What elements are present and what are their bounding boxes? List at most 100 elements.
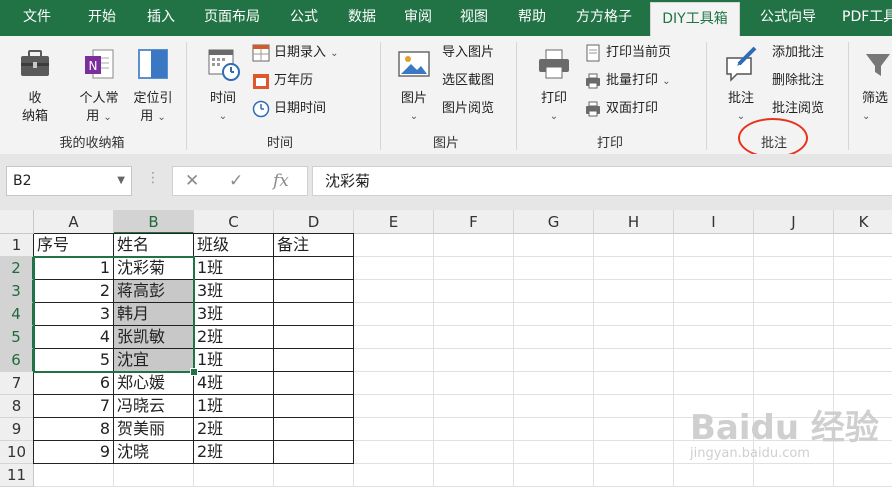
tab-page-layout[interactable]: 页面布局 bbox=[190, 0, 274, 36]
batch-print-button[interactable]: 批量打印 ⌄ bbox=[584, 70, 671, 92]
cell-f6[interactable] bbox=[434, 349, 514, 372]
cell-j1[interactable] bbox=[754, 234, 834, 257]
cell-g5[interactable] bbox=[514, 326, 594, 349]
cell-d10[interactable] bbox=[274, 441, 354, 464]
row-header-6[interactable]: 6 bbox=[0, 349, 34, 372]
column-header-j[interactable]: J bbox=[754, 210, 834, 234]
cell-d7[interactable] bbox=[274, 372, 354, 395]
cell-e1[interactable] bbox=[354, 234, 434, 257]
cell-i7[interactable] bbox=[674, 372, 754, 395]
tab-diy-toolbox[interactable]: DIY工具箱 bbox=[650, 2, 740, 36]
tab-formula-wizard[interactable]: 公式向导 bbox=[746, 0, 830, 36]
cell-g3[interactable] bbox=[514, 280, 594, 303]
cell-c8[interactable]: 1班 bbox=[194, 395, 274, 418]
cell-k7[interactable] bbox=[834, 372, 892, 395]
tab-file[interactable]: 文件 bbox=[8, 0, 66, 36]
cell-i6[interactable] bbox=[674, 349, 754, 372]
cell-b4[interactable]: 韩月 bbox=[114, 303, 194, 326]
cell-i4[interactable] bbox=[674, 303, 754, 326]
cell-b5[interactable]: 张凯敏 bbox=[114, 326, 194, 349]
column-header-e[interactable]: E bbox=[354, 210, 434, 234]
storage-box-button[interactable]: 收 纳箱 bbox=[10, 44, 60, 126]
column-header-c[interactable]: C bbox=[194, 210, 274, 234]
tab-fangfang[interactable]: 方方格子 bbox=[562, 0, 646, 36]
delete-comment-button[interactable]: 删除批注 bbox=[772, 70, 824, 92]
column-header-d[interactable]: D bbox=[274, 210, 354, 234]
row-header-7[interactable]: 7 bbox=[0, 372, 34, 395]
cell-g6[interactable] bbox=[514, 349, 594, 372]
cell-j4[interactable] bbox=[754, 303, 834, 326]
cell-j7[interactable] bbox=[754, 372, 834, 395]
cell-b3[interactable]: 蒋高彭 bbox=[114, 280, 194, 303]
cell-g7[interactable] bbox=[514, 372, 594, 395]
cell-c9[interactable]: 2班 bbox=[194, 418, 274, 441]
cell-i3[interactable] bbox=[674, 280, 754, 303]
personal-common-button[interactable]: N 个人常 用 ⌄ bbox=[72, 44, 126, 127]
select-all-corner[interactable] bbox=[0, 210, 34, 234]
row-header-10[interactable]: 10 bbox=[0, 441, 34, 464]
cell-c4[interactable]: 3班 bbox=[194, 303, 274, 326]
cell-e5[interactable] bbox=[354, 326, 434, 349]
view-comment-button[interactable]: 批注阅览 bbox=[772, 98, 824, 120]
cell-d5[interactable] bbox=[274, 326, 354, 349]
image-button[interactable]: 图片 ⌄ bbox=[390, 44, 438, 126]
date-time-button[interactable]: 日期时间 bbox=[252, 98, 326, 120]
cell-a9[interactable]: 8 bbox=[34, 418, 114, 441]
column-header-f[interactable]: F bbox=[434, 210, 514, 234]
cell-k5[interactable] bbox=[834, 326, 892, 349]
tab-data[interactable]: 数据 bbox=[334, 0, 390, 36]
cell-c11[interactable] bbox=[194, 464, 274, 487]
cell-b8[interactable]: 冯晓云 bbox=[114, 395, 194, 418]
cell-f8[interactable] bbox=[434, 395, 514, 418]
fill-handle[interactable] bbox=[190, 368, 198, 376]
cell-f7[interactable] bbox=[434, 372, 514, 395]
tab-view[interactable]: 视图 bbox=[446, 0, 502, 36]
cell-d8[interactable] bbox=[274, 395, 354, 418]
perpetual-calendar-button[interactable]: 万年历 bbox=[252, 70, 313, 92]
cell-d1[interactable]: 备注 bbox=[274, 234, 354, 257]
date-entry-button[interactable]: 日期录入 ⌄ bbox=[252, 42, 339, 64]
cell-f9[interactable] bbox=[434, 418, 514, 441]
column-header-g[interactable]: G bbox=[514, 210, 594, 234]
cell-e11[interactable] bbox=[354, 464, 434, 487]
add-comment-button[interactable]: 添加批注 bbox=[772, 42, 824, 64]
cell-i1[interactable] bbox=[674, 234, 754, 257]
cell-f4[interactable] bbox=[434, 303, 514, 326]
cell-f11[interactable] bbox=[434, 464, 514, 487]
column-header-h[interactable]: H bbox=[594, 210, 674, 234]
tab-help[interactable]: 帮助 bbox=[504, 0, 560, 36]
cell-f1[interactable] bbox=[434, 234, 514, 257]
cell-h6[interactable] bbox=[594, 349, 674, 372]
comment-button[interactable]: 批注 ⌄ bbox=[716, 44, 766, 126]
print-button[interactable]: 打印 ⌄ bbox=[530, 44, 578, 126]
cell-g1[interactable] bbox=[514, 234, 594, 257]
cell-a11[interactable] bbox=[34, 464, 114, 487]
cell-a1[interactable]: 序号 bbox=[34, 234, 114, 257]
cell-k3[interactable] bbox=[834, 280, 892, 303]
row-header-2[interactable]: 2 bbox=[0, 257, 34, 280]
region-capture-button[interactable]: 选区截图 bbox=[442, 70, 494, 92]
cell-h4[interactable] bbox=[594, 303, 674, 326]
cell-d2[interactable] bbox=[274, 257, 354, 280]
tab-pdf-tools[interactable]: PDF工具 bbox=[834, 0, 892, 36]
cell-j11[interactable] bbox=[754, 464, 834, 487]
row-header-3[interactable]: 3 bbox=[0, 280, 34, 303]
cell-e10[interactable] bbox=[354, 441, 434, 464]
cell-j2[interactable] bbox=[754, 257, 834, 280]
cell-g9[interactable] bbox=[514, 418, 594, 441]
cell-g2[interactable] bbox=[514, 257, 594, 280]
cell-k1[interactable] bbox=[834, 234, 892, 257]
function-icon[interactable]: fx bbox=[273, 171, 289, 191]
cell-b7[interactable]: 郑心媛 bbox=[114, 372, 194, 395]
confirm-icon[interactable]: ✓ bbox=[229, 171, 243, 191]
cell-c3[interactable]: 3班 bbox=[194, 280, 274, 303]
cell-k6[interactable] bbox=[834, 349, 892, 372]
cell-c1[interactable]: 班级 bbox=[194, 234, 274, 257]
cell-a8[interactable]: 7 bbox=[34, 395, 114, 418]
cell-a7[interactable]: 6 bbox=[34, 372, 114, 395]
cell-i5[interactable] bbox=[674, 326, 754, 349]
cell-c5[interactable]: 2班 bbox=[194, 326, 274, 349]
cell-e9[interactable] bbox=[354, 418, 434, 441]
import-image-button[interactable]: 导入图片 bbox=[442, 42, 494, 64]
cell-a3[interactable]: 2 bbox=[34, 280, 114, 303]
